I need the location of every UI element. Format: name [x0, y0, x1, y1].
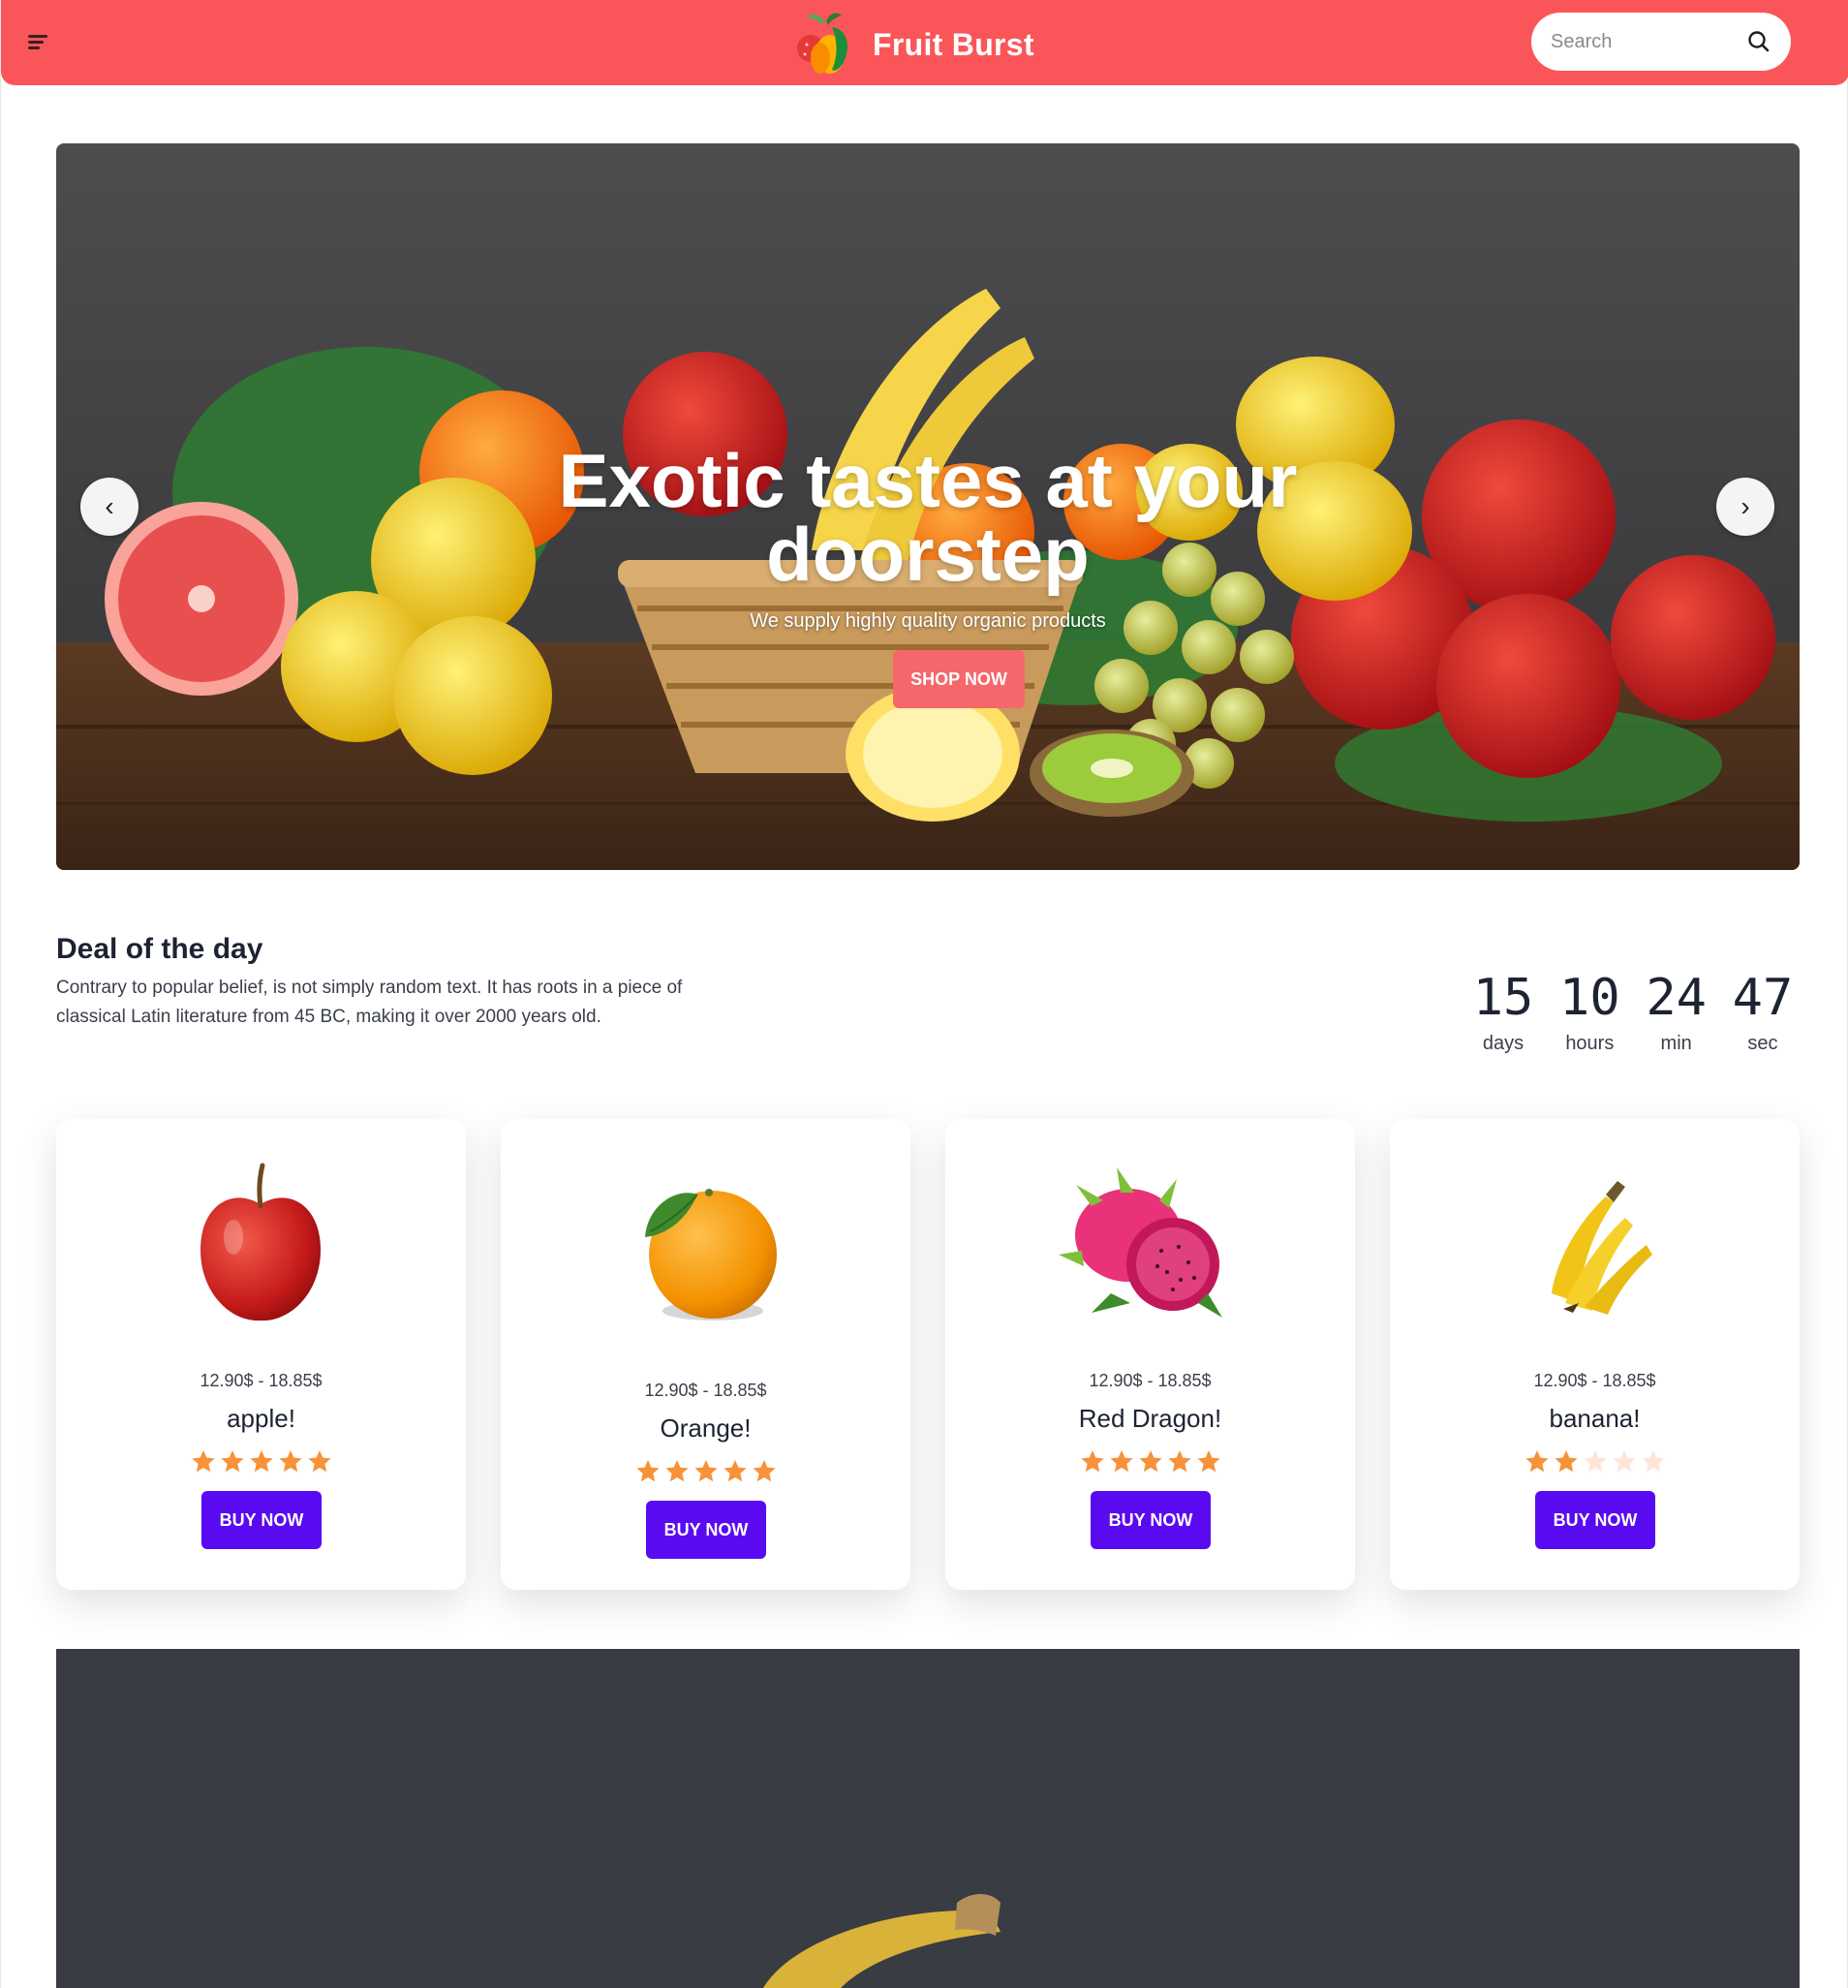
search-box[interactable] — [1531, 13, 1791, 71]
star-filled-icon — [1196, 1450, 1220, 1473]
buy-now-button[interactable]: BUY NOW — [201, 1491, 322, 1549]
star-filled-icon — [307, 1450, 331, 1473]
countdown-hours: 10 hours — [1550, 969, 1629, 1055]
star-filled-icon — [220, 1450, 244, 1473]
star-filled-icon — [191, 1450, 215, 1473]
star-empty-icon — [1583, 1450, 1607, 1473]
product-name: Red Dragon! — [1078, 1404, 1222, 1433]
product-price: 12.90$ - 18.85$ — [1089, 1371, 1212, 1390]
chevron-right-icon: › — [1740, 491, 1750, 521]
brand-name: Fruit Burst — [873, 26, 1034, 62]
page: Fruit Burst Search Exotic tastes at your… — [0, 0, 1848, 1988]
hero-carousel: Exotic tastes at your doorstep We supply… — [56, 143, 1800, 870]
star-filled-icon — [635, 1460, 660, 1482]
product-price: 12.90$ - 18.85$ — [200, 1371, 323, 1390]
product-card-dragon-fruit[interactable]: 12.90$ - 18.85$ Red Dragon! BUY NOW — [945, 1119, 1355, 1590]
countdown-label: min — [1660, 1033, 1692, 1054]
shop-now-button[interactable]: SHOP NOW — [893, 650, 1025, 708]
star-filled-icon — [249, 1450, 273, 1473]
product-name: apple! — [227, 1404, 295, 1433]
rating-stars — [1390, 1448, 1800, 1475]
buy-now-button[interactable]: BUY NOW — [1091, 1491, 1211, 1549]
star-empty-icon — [1641, 1450, 1665, 1473]
product-card-banana[interactable]: 12.90$ - 18.85$ banana! BUY NOW — [1390, 1119, 1800, 1590]
countdown-label: days — [1482, 1033, 1525, 1054]
carousel-next-button[interactable]: › — [1716, 478, 1774, 536]
buy-now-button[interactable]: BUY NOW — [1535, 1491, 1655, 1549]
countdown-value: 10 — [1559, 969, 1620, 1027]
deal-title: Deal of the day — [56, 933, 263, 965]
hero-title: Exotic tastes at your doorstep — [558, 438, 1298, 597]
star-filled-icon — [1167, 1450, 1191, 1473]
countdown-label: hours — [1565, 1033, 1615, 1054]
countdown-timer: 15 days 10 hours 24 min 47 sec — [1463, 969, 1802, 1055]
top-navbar: Fruit Burst — [1, 0, 1848, 85]
countdown-value: 15 — [1472, 969, 1534, 1027]
star-filled-icon — [723, 1460, 747, 1482]
countdown-value: 47 — [1732, 969, 1794, 1027]
product-card-apple[interactable]: 12.90$ - 18.85$ apple! BUY NOW — [56, 1119, 466, 1590]
countdown-value: 24 — [1646, 969, 1707, 1027]
banana-banner-image — [763, 1894, 1001, 1988]
countdown-label: sec — [1747, 1033, 1778, 1054]
star-filled-icon — [1554, 1450, 1578, 1473]
deal-description: Contrary to popular belief, is not simpl… — [56, 978, 683, 1027]
hamburger-menu-icon[interactable] — [26, 29, 51, 54]
product-price: 12.90$ - 18.85$ — [644, 1381, 767, 1400]
brand[interactable]: Fruit Burst — [787, 8, 1034, 81]
chevron-left-icon: ‹ — [105, 491, 114, 521]
rating-stars — [56, 1448, 466, 1475]
banana-icon — [1497, 1158, 1691, 1332]
star-filled-icon — [664, 1460, 689, 1482]
rating-stars — [501, 1458, 910, 1485]
star-filled-icon — [752, 1460, 776, 1482]
countdown-seconds: 47 sec — [1723, 969, 1802, 1055]
carousel-prev-button[interactable]: ‹ — [80, 478, 139, 536]
star-filled-icon — [1138, 1450, 1162, 1473]
search-icon[interactable] — [1746, 29, 1771, 54]
rating-stars — [945, 1448, 1355, 1475]
star-filled-icon — [1525, 1450, 1549, 1473]
star-filled-icon — [1080, 1450, 1104, 1473]
product-name: Orange! — [660, 1413, 752, 1443]
search-input[interactable] — [1551, 30, 1735, 53]
star-filled-icon — [693, 1460, 718, 1482]
apple-icon — [164, 1158, 357, 1332]
star-empty-icon — [1612, 1450, 1636, 1473]
dragon-fruit-icon — [1053, 1158, 1247, 1332]
product-price: 12.90$ - 18.85$ — [1533, 1371, 1656, 1390]
orange-icon — [608, 1158, 802, 1332]
hero-subtitle: We supply highly quality organic product… — [750, 610, 1106, 632]
secondary-banner — [56, 1649, 1800, 1988]
product-card-orange[interactable]: 12.90$ - 18.85$ Orange! BUY NOW — [501, 1119, 910, 1590]
countdown-days: 15 days — [1463, 969, 1543, 1055]
countdown-minutes: 24 min — [1637, 969, 1716, 1055]
buy-now-button[interactable]: BUY NOW — [646, 1501, 766, 1559]
fruit-logo-icon — [787, 8, 861, 81]
star-filled-icon — [1109, 1450, 1133, 1473]
product-grid: 12.90$ - 18.85$ apple! BUY NOW 12.90$ - … — [56, 1119, 1800, 1590]
product-name: banana! — [1549, 1404, 1641, 1433]
star-filled-icon — [278, 1450, 302, 1473]
